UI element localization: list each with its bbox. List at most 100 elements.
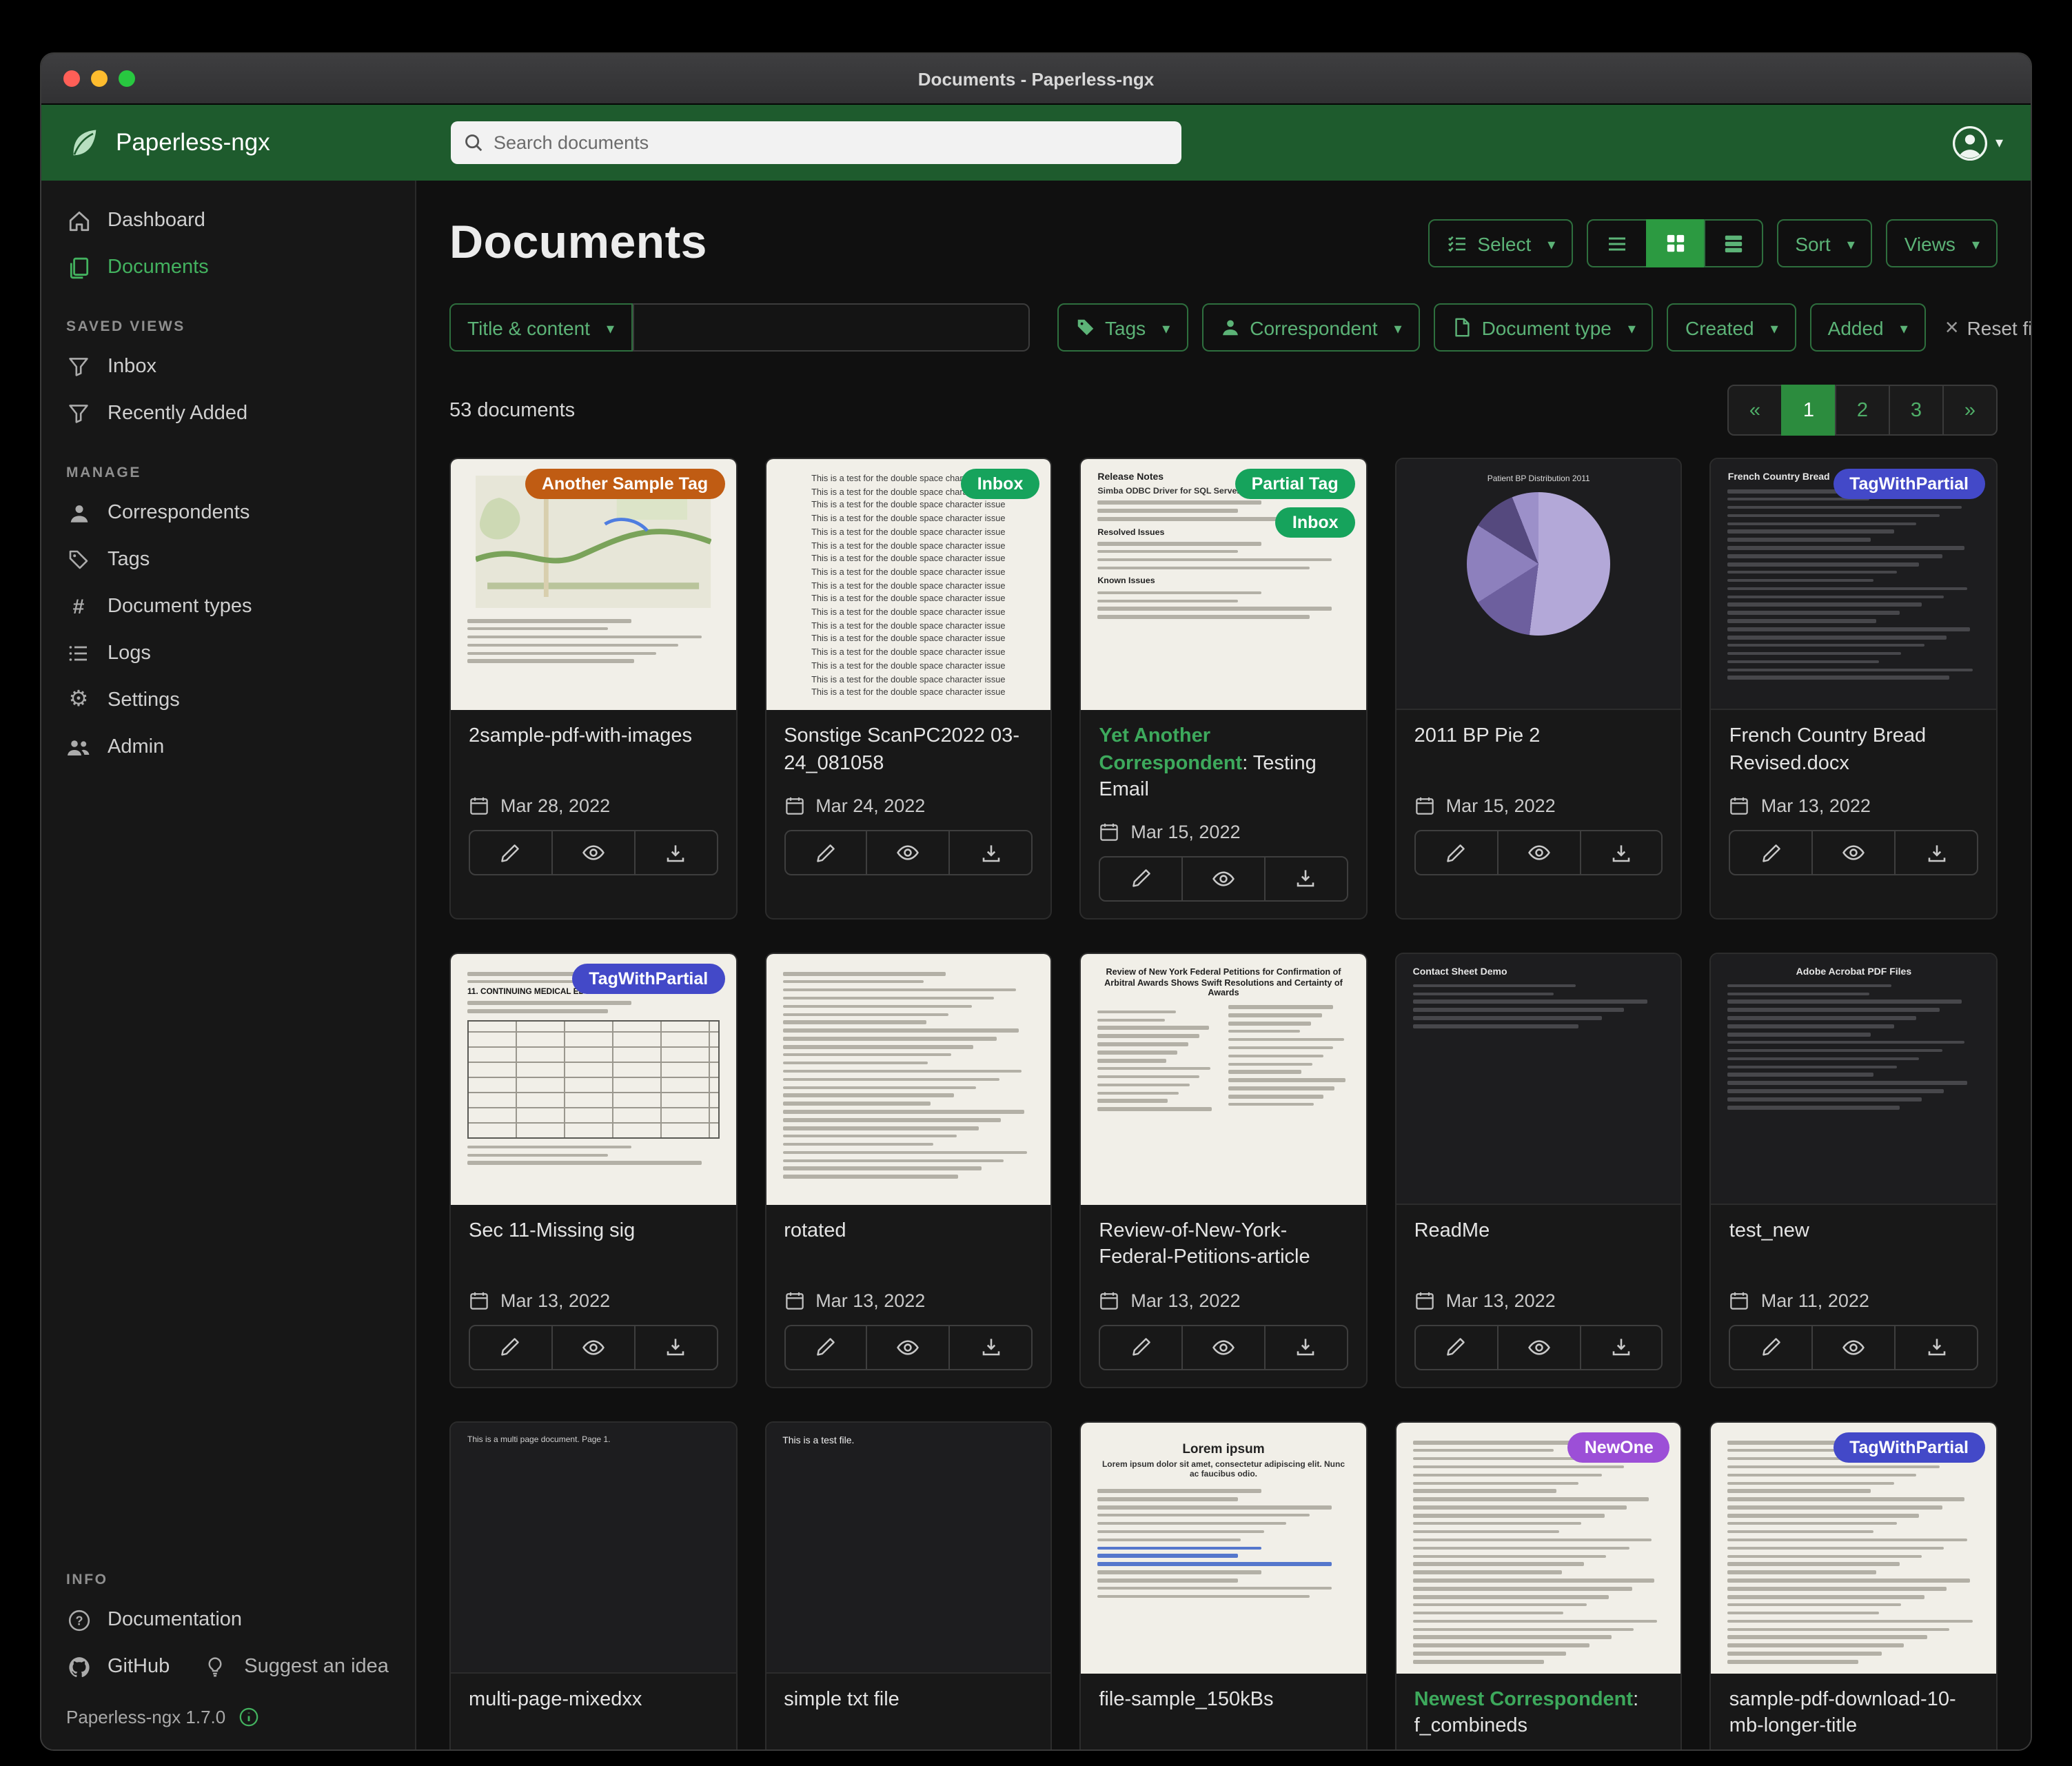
global-search[interactable] xyxy=(451,121,1181,164)
document-title[interactable]: Review-of-New-York-Federal-Petitions-art… xyxy=(1099,1218,1348,1273)
document-title[interactable]: Yet Another Correspondent: Testing Email xyxy=(1099,724,1348,804)
pagination-page-3[interactable]: 3 xyxy=(1889,385,1944,436)
document-card[interactable]: Patient BP Distribution 2011 2011 BP Pie… xyxy=(1395,458,1683,919)
view-document-button[interactable] xyxy=(1812,1324,1896,1370)
edit-document-button[interactable] xyxy=(1414,1324,1499,1370)
select-button[interactable]: Select xyxy=(1428,219,1573,267)
close-window-button[interactable] xyxy=(63,70,80,87)
info-icon[interactable] xyxy=(238,1707,258,1727)
pagination-page-1[interactable]: 1 xyxy=(1781,385,1836,436)
edit-document-button[interactable] xyxy=(1099,1324,1183,1370)
document-thumbnail[interactable]: TagWithPartial xyxy=(1712,1422,1996,1673)
edit-document-button[interactable] xyxy=(784,1324,868,1370)
document-card[interactable]: rotated Mar 13, 2022 xyxy=(764,952,1052,1388)
document-card[interactable]: TagWithPartial sample-pdf-download-10-mb… xyxy=(1710,1421,1998,1749)
tag-chip[interactable]: TagWithPartial xyxy=(1833,469,1985,499)
document-card[interactable]: Review of New York Federal Petitions for… xyxy=(1079,952,1367,1388)
created-filter-button[interactable]: Created xyxy=(1667,303,1796,352)
correspondent-filter-button[interactable]: Correspondent xyxy=(1201,303,1419,352)
document-card[interactable]: TagWithPartial 11. CONTINUING MEDICAL ED… xyxy=(449,952,737,1388)
document-card[interactable]: NewOne Newest Correspondent: f_combineds xyxy=(1395,1421,1683,1749)
sidebar-item-dashboard[interactable]: Dashboard xyxy=(41,197,415,244)
sidebar-item-documents[interactable]: Documents xyxy=(41,244,415,291)
pagination-next-button[interactable]: » xyxy=(1942,385,1998,436)
sidebar-item-admin[interactable]: Admin xyxy=(41,724,415,771)
sidebar-item-inbox[interactable]: Inbox xyxy=(41,343,415,390)
title-content-filter-button[interactable]: Title & content xyxy=(449,303,632,352)
download-document-button[interactable] xyxy=(1579,830,1663,875)
view-document-button[interactable] xyxy=(551,1324,636,1370)
document-type-filter-button[interactable]: Document type xyxy=(1434,303,1654,352)
views-button[interactable]: Views xyxy=(1887,219,1998,267)
tags-filter-button[interactable]: Tags xyxy=(1057,303,1188,352)
document-thumbnail[interactable]: TagWithPartial French Country Bread xyxy=(1712,459,1996,710)
sidebar-item-logs[interactable]: Logs xyxy=(41,630,415,677)
sidebar-item-documentation[interactable]: ? Documentation xyxy=(41,1596,415,1643)
document-thumbnail[interactable]: Contact Sheet Demo xyxy=(1396,953,1681,1204)
sort-button[interactable]: Sort xyxy=(1777,219,1872,267)
view-document-button[interactable] xyxy=(1496,1324,1581,1370)
document-title[interactable]: multi-page-mixedxx xyxy=(469,1687,718,1742)
tag-chip[interactable]: Inbox xyxy=(961,469,1040,499)
document-thumbnail[interactable]: Patient BP Distribution 2011 xyxy=(1396,459,1681,710)
pagination-page-2[interactable]: 2 xyxy=(1835,385,1890,436)
title-content-filter-input[interactable] xyxy=(632,303,1029,352)
user-menu[interactable] xyxy=(1953,125,2003,161)
document-thumbnail[interactable]: This is a test file. xyxy=(766,1422,1050,1673)
detail-view-button[interactable] xyxy=(1704,219,1763,267)
list-view-button[interactable] xyxy=(1587,219,1647,267)
view-document-button[interactable] xyxy=(1181,1324,1266,1370)
download-document-button[interactable] xyxy=(949,830,1033,875)
download-document-button[interactable] xyxy=(633,1324,718,1370)
view-document-button[interactable] xyxy=(866,1324,951,1370)
document-thumbnail[interactable]: Another Sample Tag xyxy=(451,459,735,710)
document-card[interactable]: TagWithPartial French Country Bread Fren… xyxy=(1710,458,1998,919)
reset-filters-button[interactable]: Reset filters xyxy=(1940,303,2031,352)
document-thumbnail[interactable] xyxy=(766,953,1050,1204)
edit-document-button[interactable] xyxy=(469,830,553,875)
document-title[interactable]: rotated xyxy=(784,1218,1033,1273)
document-card[interactable]: Adobe Acrobat PDF Files test_new Mar 11,… xyxy=(1710,952,1998,1388)
document-title[interactable]: file-sample_150kBs xyxy=(1099,1687,1348,1742)
document-card[interactable]: Partial TagInbox Release NotesSimba ODBC… xyxy=(1079,458,1367,919)
document-card[interactable]: Contact Sheet Demo ReadMe Mar 13, 2022 xyxy=(1395,952,1683,1388)
document-correspondent[interactable]: Newest Correspondent xyxy=(1414,1688,1633,1710)
document-title[interactable]: Sonstige ScanPC2022 03-24_081058 xyxy=(784,724,1033,779)
tag-chip[interactable]: NewOne xyxy=(1568,1432,1670,1462)
view-document-button[interactable] xyxy=(866,830,951,875)
view-document-button[interactable] xyxy=(1496,830,1581,875)
download-document-button[interactable] xyxy=(949,1324,1033,1370)
tag-chip[interactable]: Another Sample Tag xyxy=(525,469,724,499)
tag-chip[interactable]: TagWithPartial xyxy=(1833,1432,1985,1462)
download-document-button[interactable] xyxy=(1894,1324,1978,1370)
edit-document-button[interactable] xyxy=(469,1324,553,1370)
sidebar-item-recently-added[interactable]: Recently Added xyxy=(41,390,415,437)
document-title[interactable]: sample-pdf-download-10-mb-longer-title xyxy=(1729,1687,1978,1742)
sidebar-item-suggest-idea[interactable]: Suggest an idea xyxy=(178,1643,397,1690)
document-card[interactable]: This is a multi page document. Page 1. m… xyxy=(449,1421,737,1749)
view-document-button[interactable] xyxy=(1812,830,1896,875)
added-filter-button[interactable]: Added xyxy=(1810,303,1926,352)
document-title[interactable]: 2sample-pdf-with-images xyxy=(469,724,718,779)
edit-document-button[interactable] xyxy=(784,830,868,875)
pagination-prev-button[interactable]: « xyxy=(1727,385,1782,436)
sidebar-item-correspondents[interactable]: Correspondents xyxy=(41,489,415,536)
download-document-button[interactable] xyxy=(1894,830,1978,875)
tag-chip[interactable]: Partial Tag xyxy=(1235,469,1355,499)
grid-view-button[interactable] xyxy=(1646,219,1705,267)
app-brand[interactable]: Paperless-ngx xyxy=(41,125,416,161)
document-thumbnail[interactable]: Partial TagInbox Release NotesSimba ODBC… xyxy=(1081,459,1365,710)
search-input[interactable] xyxy=(494,132,1169,153)
document-thumbnail[interactable]: Adobe Acrobat PDF Files xyxy=(1712,953,1996,1204)
document-card[interactable]: Another Sample Tag 2sample-pdf-with-imag… xyxy=(449,458,737,919)
document-thumbnail[interactable]: Lorem ipsumLorem ipsum dolor sit amet, c… xyxy=(1081,1422,1365,1673)
view-document-button[interactable] xyxy=(1181,855,1266,901)
document-title[interactable]: French Country Bread Revised.docx xyxy=(1729,724,1978,779)
document-card[interactable]: Lorem ipsumLorem ipsum dolor sit amet, c… xyxy=(1079,1421,1367,1749)
edit-document-button[interactable] xyxy=(1099,855,1183,901)
document-card[interactable]: Inbox This is a test for the double spac… xyxy=(764,458,1052,919)
download-document-button[interactable] xyxy=(1264,1324,1348,1370)
edit-document-button[interactable] xyxy=(1729,830,1814,875)
download-document-button[interactable] xyxy=(1579,1324,1663,1370)
document-title[interactable]: 2011 BP Pie 2 xyxy=(1414,724,1663,779)
